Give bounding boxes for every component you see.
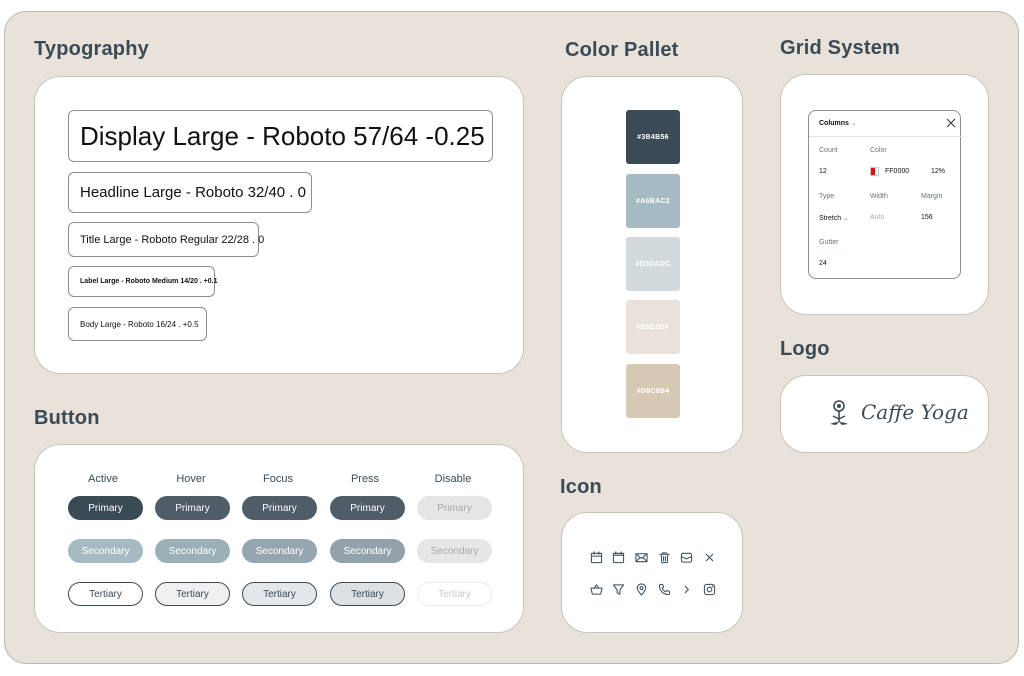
primary-button-active[interactable]: Primary (68, 496, 143, 520)
state-header-press: Press (350, 473, 380, 485)
type-select[interactable]: Stretch ⌄ (819, 214, 849, 222)
icon-section-title: Icon (560, 476, 602, 498)
button-card: Active Hover Focus Press Disable Primary… (34, 444, 524, 633)
close-icon[interactable] (945, 116, 957, 128)
color-swatch-secondary: #A6BAC2 (626, 174, 680, 228)
yoga-logo-icon (828, 398, 850, 430)
calendar-alt-icon (611, 550, 625, 564)
state-header-hover: Hover (176, 473, 206, 485)
grid-system-section-title: Grid System (780, 37, 901, 59)
type-label: Type (819, 193, 835, 200)
body-large-sample: Body Large - Roboto 16/24 . +0.5 (68, 307, 207, 341)
panel-divider (809, 136, 962, 137)
type-select-value: Stretch (819, 215, 842, 222)
state-header-disable: Disable (434, 473, 472, 485)
color-swatch-primary: #3B4B56 (626, 110, 680, 164)
secondary-button-active[interactable]: Secondary (68, 539, 143, 563)
gutter-field[interactable]: 24 (819, 260, 827, 267)
instagram-icon (702, 582, 716, 596)
swatch-hex-label: #3B4B56 (637, 133, 669, 141)
color-swatch-light: #D3DADC (626, 237, 680, 291)
icon-card (561, 512, 743, 633)
title-large-sample: Title Large - Roboto Regular 22/28 . 0 (68, 222, 264, 257)
calendar-icon (589, 550, 603, 564)
chevron-down-icon: ⌄ (850, 120, 857, 127)
gutter-label: Gutter (819, 239, 839, 246)
display-large-sample: Display Large - Roboto 57/64 -0.25 (68, 110, 493, 162)
tertiary-button-hover[interactable]: Tertiary (155, 582, 230, 606)
logo-wordmark: Caffe Yoga (861, 400, 969, 424)
typography-card: Display Large - Roboto 57/64 -0.25 Headl… (34, 76, 524, 374)
secondary-button-hover[interactable]: Secondary (155, 539, 230, 563)
headline-large-sample: Headline Large - Roboto 32/40 . 0 (68, 172, 312, 213)
label-large-sample: Label Large - Roboto Medium 14/20 . +0.1 (68, 266, 218, 297)
tertiary-button-disabled[interactable]: Tertiary (417, 582, 492, 606)
logo-card: Caffe Yoga (780, 375, 989, 453)
state-header-focus: Focus (263, 473, 293, 485)
state-header-active: Active (88, 473, 118, 485)
swatch-hex-label: #E8E2DA (636, 323, 670, 331)
color-hex-field[interactable]: FF0000 (885, 168, 909, 175)
width-label: Width (870, 193, 888, 200)
color-pallet-section-title: Color Pallet (565, 39, 679, 61)
filter-icon (611, 582, 625, 596)
primary-button-hover[interactable]: Primary (155, 496, 230, 520)
color-label: Color (870, 147, 887, 154)
color-pallet-card: #3B4B56 #A6BAC2 #D3DADC #E8E2DA #D6C9B4 (561, 76, 743, 453)
opacity-field[interactable]: 12% (931, 168, 945, 175)
chevron-right-icon[interactable] (679, 582, 693, 596)
button-section-title: Button (34, 407, 100, 429)
count-label: Count (819, 147, 838, 154)
swatch-hex-label: #A6BAC2 (636, 197, 670, 205)
primary-button-press[interactable]: Primary (330, 496, 405, 520)
secondary-button-press[interactable]: Secondary (330, 539, 405, 563)
tertiary-button-active[interactable]: Tertiary (68, 582, 143, 606)
tertiary-button-press[interactable]: Tertiary (330, 582, 405, 606)
grid-system-card: Columns ⌄ Count 12 Color FF0000 12% Type… (780, 74, 989, 315)
typography-section-title: Typography (34, 38, 149, 60)
trash-icon (657, 550, 671, 564)
columns-layout-panel: Columns ⌄ Count 12 Color FF0000 12% Type… (808, 110, 962, 279)
swatch-hex-label: #D3DADC (635, 260, 671, 268)
mail-icon (634, 550, 648, 564)
close-icon[interactable] (702, 550, 716, 564)
margin-field[interactable]: 156 (921, 214, 933, 221)
swatch-hex-label: #D6C9B4 (636, 387, 670, 395)
primary-button-focus[interactable]: Primary (242, 496, 317, 520)
chevron-down-icon: ⌄ (843, 215, 850, 222)
tertiary-button-focus[interactable]: Tertiary (242, 582, 317, 606)
logo-section-title: Logo (780, 338, 830, 360)
margin-label: Margin (921, 193, 943, 200)
count-field[interactable]: 12 (819, 168, 827, 175)
columns-header-label: Columns (819, 120, 849, 127)
width-field[interactable]: Auto (870, 214, 884, 221)
basket-icon (589, 582, 603, 596)
inbox-icon (679, 550, 693, 564)
secondary-button-focus[interactable]: Secondary (242, 539, 317, 563)
color-swatch-sand: #D6C9B4 (626, 364, 680, 418)
color-swatch-cream: #E8E2DA (626, 300, 680, 354)
color-swatch-button[interactable] (870, 167, 879, 176)
columns-dropdown[interactable]: Columns ⌄ (819, 119, 857, 127)
location-pin-icon (634, 582, 648, 596)
phone-icon (657, 582, 671, 596)
primary-button-disabled[interactable]: Primary (417, 496, 492, 520)
secondary-button-disabled[interactable]: Secondary (417, 539, 492, 563)
